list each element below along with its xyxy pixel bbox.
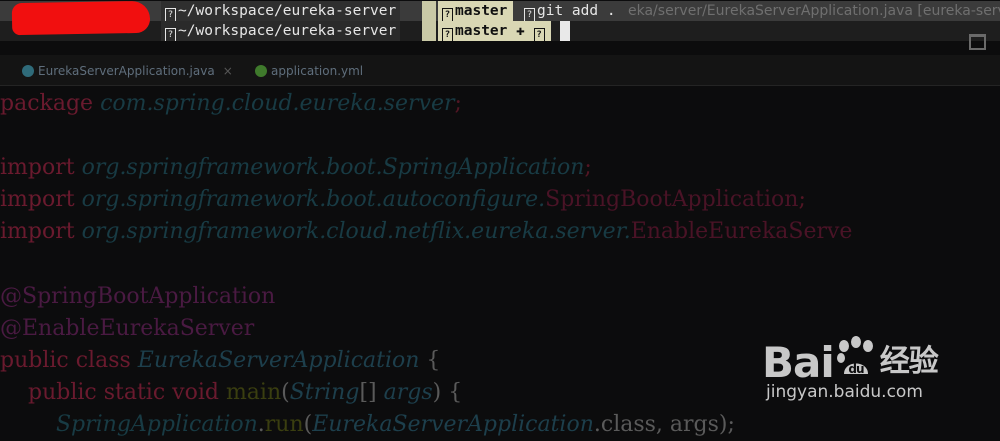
- code-line-annotation: @SpringBootApplication: [0, 284, 276, 309]
- code-line-class-decl: public class EurekaServerApplication {: [0, 348, 441, 373]
- code-line-import: import org.springframework.boot.autoconf…: [0, 187, 806, 212]
- prompt-separator: [422, 21, 436, 41]
- prompt-branch: ? master: [438, 1, 514, 21]
- tab-label: EurekaServerApplication.java: [38, 64, 215, 78]
- code-line-package: package com.spring.cloud.eureka.server;: [0, 91, 462, 116]
- code-line-annotation: @EnableEurekaServer: [0, 316, 255, 341]
- code-line-import: import org.springframework.boot.SpringAp…: [0, 155, 592, 180]
- code-line-import: import org.springframework.cloud.netflix…: [0, 219, 853, 244]
- terminal-line-2[interactable]: ? ~/workspace/eureka-server ? master ✚ ?: [0, 21, 1000, 41]
- java-class-icon: [22, 65, 34, 77]
- window-maximize-icon[interactable]: [969, 34, 986, 50]
- prompt-path: ? ~/workspace/eureka-server: [161, 21, 401, 41]
- close-icon[interactable]: ×: [223, 64, 233, 78]
- code-line-main-method: public static void main(String[] args) {: [27, 380, 463, 405]
- tab-eureka-server-application[interactable]: EurekaServerApplication.java ×: [22, 59, 233, 83]
- baidu-jingyan-watermark: Bai du 经验 jingyan.baidu.com: [762, 322, 992, 402]
- terminal-cursor: [560, 21, 570, 41]
- background-editor-title: eka/server/EurekaServerApplication.java …: [628, 3, 1000, 19]
- watermark-url: jingyan.baidu.com: [766, 382, 923, 402]
- prompt-separator: [422, 1, 436, 21]
- redaction-mark: [11, 0, 151, 36]
- watermark-brand: Bai du 经验: [762, 336, 939, 387]
- svg-text:du: du: [848, 362, 864, 376]
- tab-label: application.yml: [271, 64, 364, 78]
- prompt-path: ? ~/workspace/eureka-server: [161, 1, 401, 21]
- code-line-run-call: SpringApplication.run(EurekaServerApplic…: [55, 412, 735, 437]
- terminal-command: ? git add .: [524, 1, 616, 21]
- dirty-indicator: ✚: [516, 23, 525, 39]
- spring-leaf-icon: [255, 65, 267, 77]
- paw-icon: du: [836, 336, 873, 376]
- prompt-branch: ? master ✚ ?: [438, 21, 551, 41]
- tab-application-yml[interactable]: application.yml: [255, 59, 363, 83]
- editor-tab-bar: EurekaServerApplication.java × applicatio…: [0, 55, 1000, 86]
